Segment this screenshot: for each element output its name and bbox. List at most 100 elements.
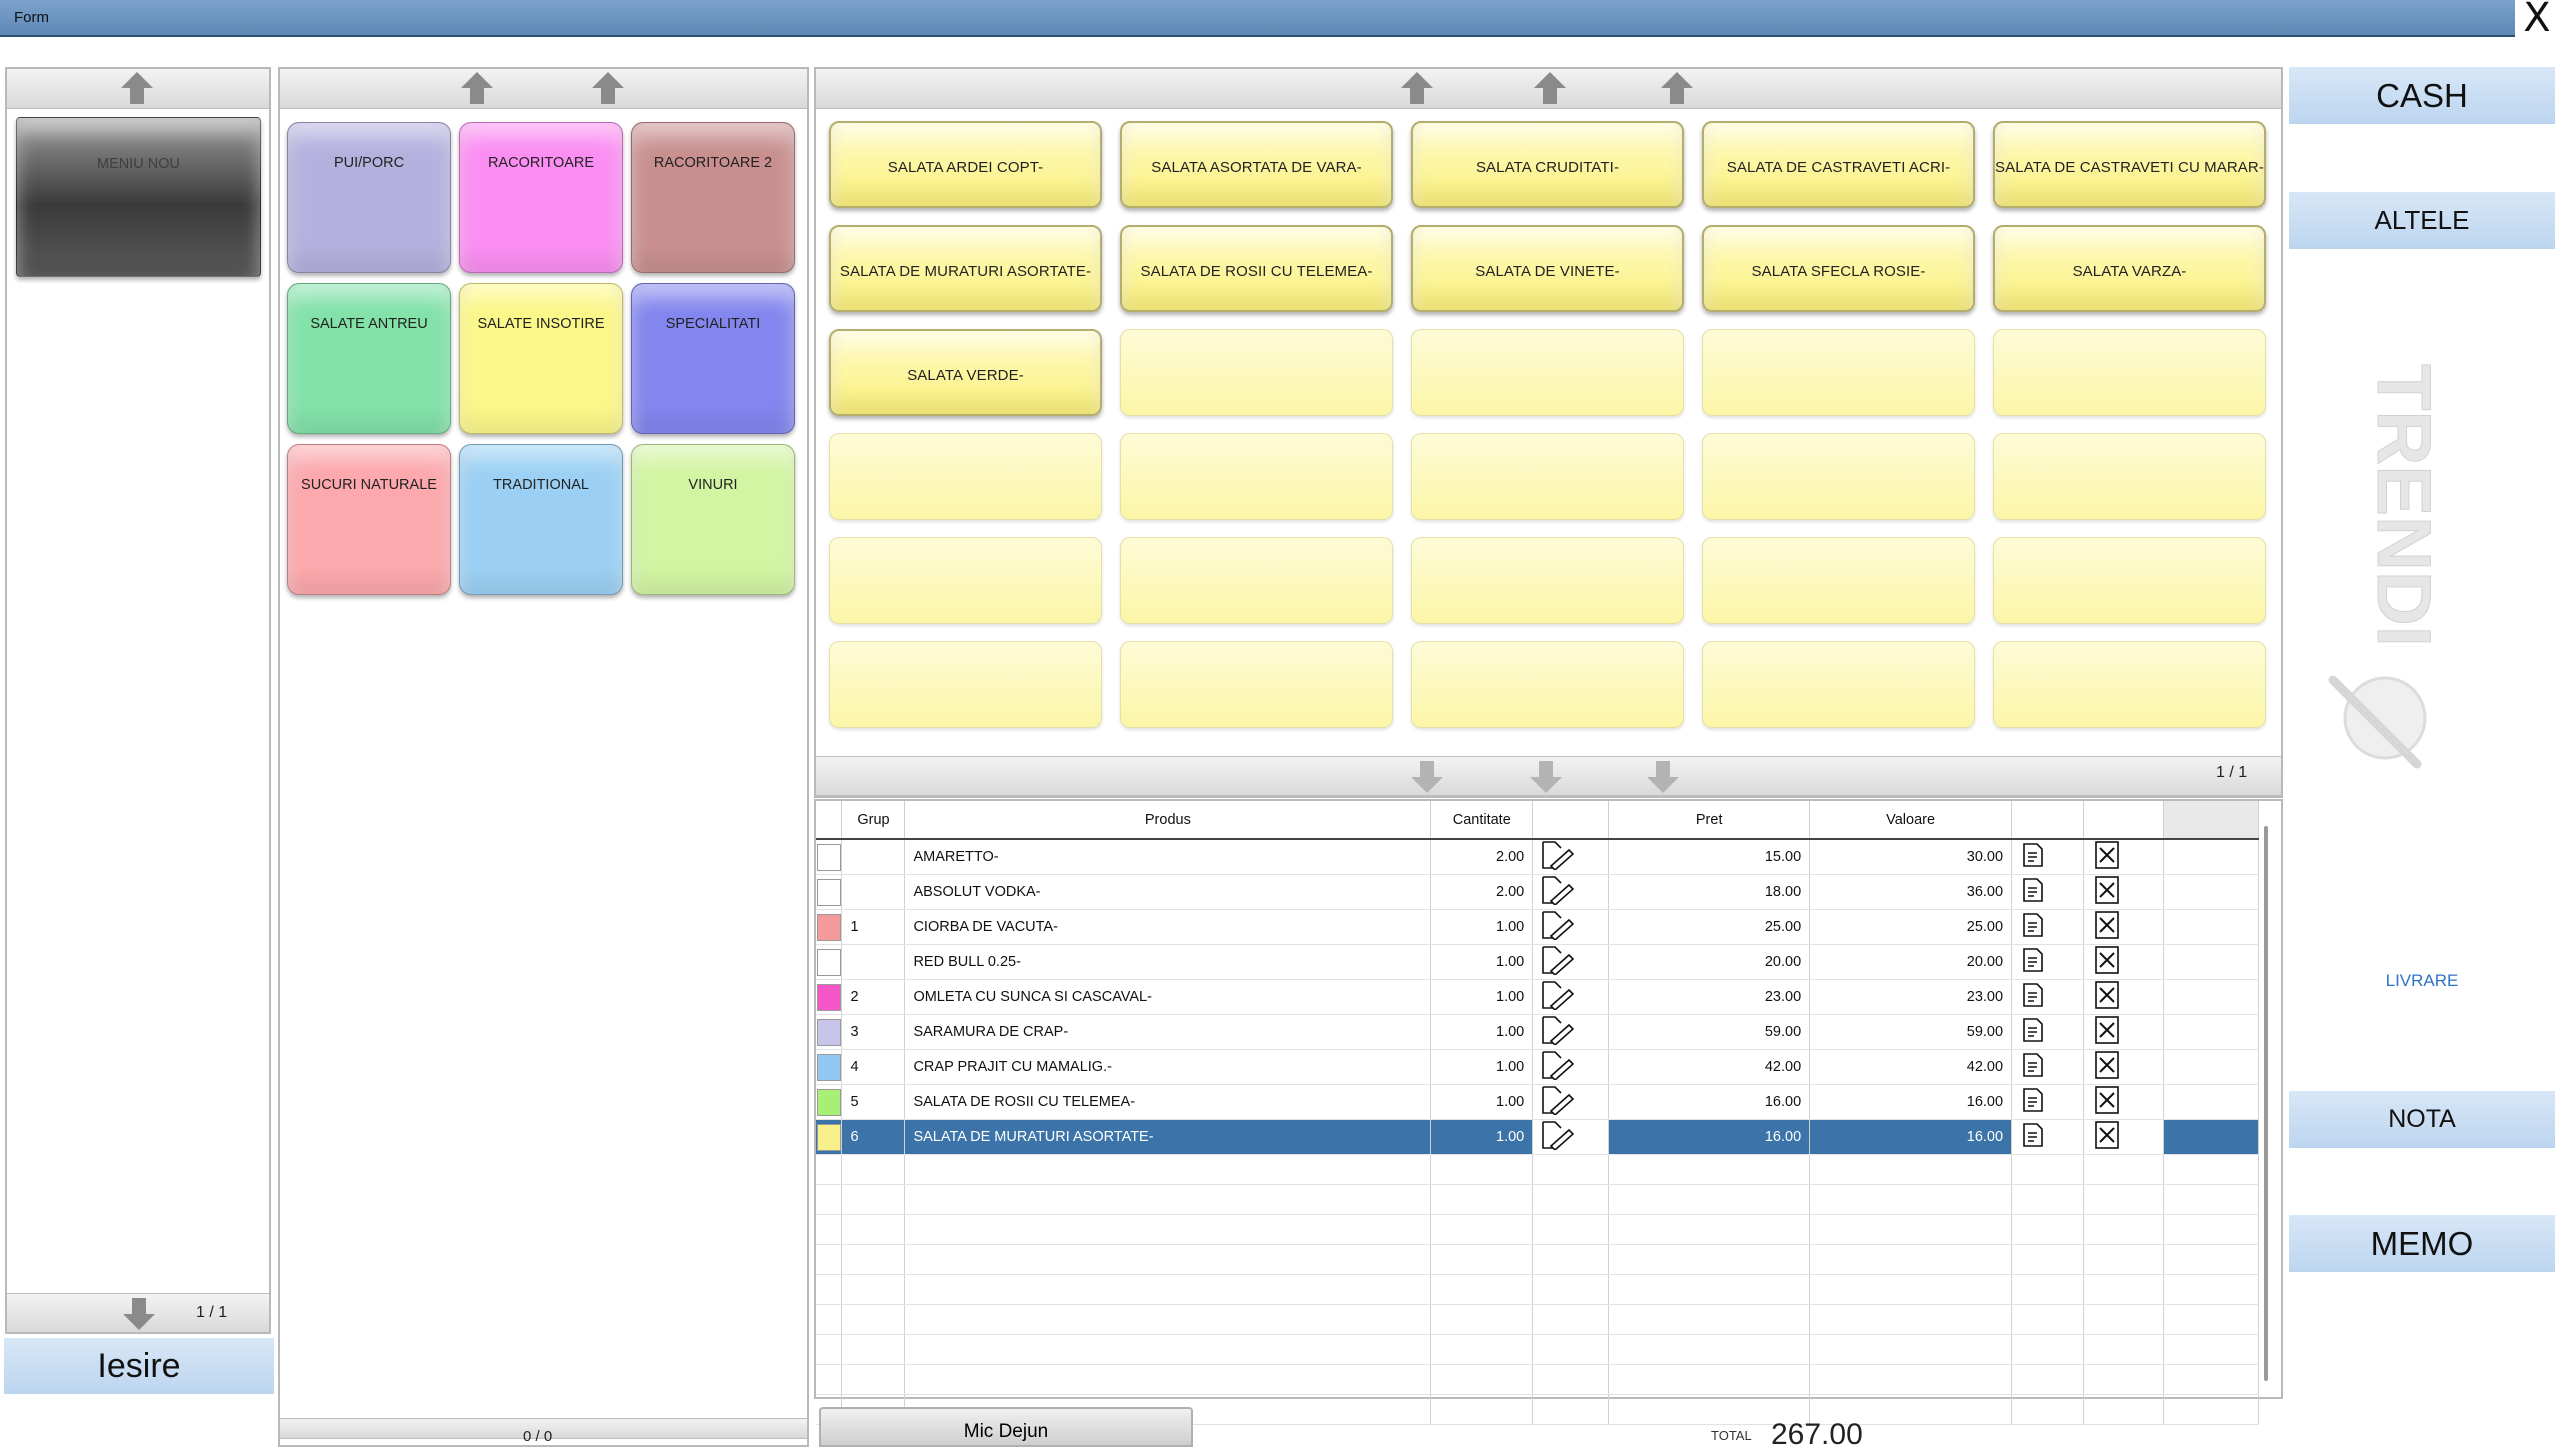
product-tile[interactable]: SALATA VERDE- [829, 329, 1102, 416]
meal-type-button[interactable]: Mic Dejun [819, 1407, 1193, 1447]
edit-quantity-icon[interactable] [1532, 1049, 1610, 1085]
empty-product-slot [829, 433, 1102, 520]
product-tile[interactable]: SALATA ARDEI COPT- [829, 121, 1102, 208]
delete-x-icon[interactable] [2083, 1119, 2164, 1155]
arrow-up-icon[interactable] [588, 68, 628, 108]
order-row[interactable]: 6 SALATA DE MURATURI ASORTATE- 1.00 16.00 16… [816, 1119, 2260, 1155]
arrow-up-icon[interactable] [117, 68, 157, 108]
edit-quantity-icon[interactable] [1532, 839, 1610, 875]
order-row[interactable]: 3 SARAMURA DE CRAP- 1.00 59.00 59.00 [816, 1014, 2260, 1050]
row-pret: 42.00 [1608, 1049, 1811, 1085]
group-tile[interactable]: RACORITOARE 2 [631, 122, 795, 273]
empty-product-slot [1702, 329, 1975, 416]
group-tile[interactable]: RACORITOARE [459, 122, 623, 273]
edit-quantity-icon[interactable] [1532, 1014, 1610, 1050]
group-tile[interactable]: TRADITIONAL [459, 444, 623, 595]
product-tile[interactable]: SALATA DE VINETE- [1411, 225, 1684, 312]
header-produs[interactable]: Produs [904, 801, 1432, 840]
edit-note-icon[interactable] [2011, 1049, 2085, 1085]
row-color-swatch [816, 1049, 843, 1085]
edit-quantity-icon[interactable] [1532, 944, 1610, 980]
group-tile[interactable]: VINURI [631, 444, 795, 595]
header-pret[interactable]: Pret [1608, 801, 1811, 840]
order-row[interactable]: 2 OMLETA CU SUNCA SI CASCAVAL- 1.00 23.00 23… [816, 979, 2260, 1015]
empty-cell [841, 1304, 906, 1335]
row-produs: ABSOLUT VODKA- [904, 874, 1432, 910]
row-color-swatch [816, 909, 843, 945]
arrow-up-icon[interactable] [1657, 68, 1697, 108]
empty-cell [816, 1304, 843, 1335]
header-grup[interactable]: Grup [841, 801, 906, 840]
arrow-up-icon[interactable] [1397, 68, 1437, 108]
exit-button[interactable]: Iesire [4, 1338, 274, 1394]
group-tile[interactable]: SUCURI NATURALE [287, 444, 451, 595]
header-valoare[interactable]: Valoare [1809, 801, 2013, 840]
group-tile[interactable]: SALATE ANTREU [287, 283, 451, 434]
livrare-link[interactable]: LIVRARE [2289, 971, 2555, 991]
edit-quantity-icon[interactable] [1532, 909, 1610, 945]
edit-note-icon[interactable] [2011, 874, 2085, 910]
order-row[interactable]: 1 CIORBA DE VACUTA- 1.00 25.00 25.00 [816, 909, 2260, 945]
empty-cell [1809, 1154, 2013, 1185]
arrow-down-icon[interactable] [1643, 757, 1683, 797]
memo-button[interactable]: MEMO [2289, 1215, 2555, 1272]
cash-button[interactable]: CASH [2289, 67, 2555, 124]
edit-note-icon[interactable] [2011, 1084, 2085, 1120]
edit-quantity-icon[interactable] [1532, 874, 1610, 910]
arrow-up-icon[interactable] [457, 68, 497, 108]
delete-x-icon[interactable] [2083, 839, 2164, 875]
menu-tile[interactable]: MENIU NOU [16, 117, 261, 277]
delete-x-icon[interactable] [2083, 1049, 2164, 1085]
group-tile[interactable]: SALATE INSOTIRE [459, 283, 623, 434]
row-pret: 15.00 [1608, 839, 1811, 875]
product-tile[interactable]: SALATA ASORTATA DE VARA- [1120, 121, 1393, 208]
delete-x-icon[interactable] [2083, 874, 2164, 910]
row-color-swatch [816, 1119, 843, 1155]
edit-quantity-icon[interactable] [1532, 979, 1610, 1015]
group-tile[interactable]: SPECIALITATI [631, 283, 795, 434]
row-valoare: 42.00 [1809, 1049, 2013, 1085]
order-row[interactable]: RED BULL 0.25- 1.00 20.00 20.00 [816, 944, 2260, 980]
order-row[interactable]: 5 SALATA DE ROSII CU TELEMEA- 1.00 16.00 16.… [816, 1084, 2260, 1120]
order-scrollbar[interactable] [2264, 826, 2268, 1381]
edit-note-icon[interactable] [2011, 1119, 2085, 1155]
product-tile[interactable]: SALATA CRUDITATI- [1411, 121, 1684, 208]
empty-product-slot [1702, 641, 1975, 728]
arrow-down-icon[interactable] [119, 1294, 159, 1334]
product-tile[interactable]: SALATA DE CASTRAVETI ACRI- [1702, 121, 1975, 208]
delete-x-icon[interactable] [2083, 1084, 2164, 1120]
header-cantitate[interactable]: Cantitate [1430, 801, 1534, 840]
product-tile[interactable]: SALATA DE MURATURI ASORTATE- [829, 225, 1102, 312]
edit-quantity-icon[interactable] [1532, 1084, 1610, 1120]
edit-quantity-icon[interactable] [1532, 1119, 1610, 1155]
order-row[interactable]: AMARETTO- 2.00 15.00 30.00 [816, 839, 2260, 875]
altele-button[interactable]: ALTELE [2289, 192, 2555, 249]
delete-x-icon[interactable] [2083, 909, 2164, 945]
edit-note-icon[interactable] [2011, 839, 2085, 875]
product-tile-label: SALATA CRUDITATI- [1475, 159, 1620, 176]
delete-x-icon[interactable] [2083, 979, 2164, 1015]
close-button[interactable]: X [2515, 0, 2559, 38]
edit-note-icon[interactable] [2011, 909, 2085, 945]
empty-product-slot [1993, 641, 2266, 728]
delete-x-icon[interactable] [2083, 1014, 2164, 1050]
delete-x-icon[interactable] [2083, 944, 2164, 980]
edit-note-icon[interactable] [2011, 979, 2085, 1015]
nota-button[interactable]: NOTA [2289, 1091, 2555, 1148]
edit-note-icon[interactable] [2011, 944, 2085, 980]
product-tile-label: SALATA DE CASTRAVETI CU MARAR- [1995, 159, 2264, 176]
product-tile[interactable]: SALATA SFECLA ROSIE- [1702, 225, 1975, 312]
arrow-down-icon[interactable] [1407, 757, 1447, 797]
arrow-up-icon[interactable] [1530, 68, 1570, 108]
edit-note-icon[interactable] [2011, 1014, 2085, 1050]
order-row[interactable]: ABSOLUT VODKA- 2.00 18.00 36.00 [816, 874, 2260, 910]
empty-product-slot [1993, 537, 2266, 624]
product-tile[interactable]: SALATA VARZA- [1993, 225, 2266, 312]
product-tile[interactable]: SALATA DE CASTRAVETI CU MARAR- [1993, 121, 2266, 208]
arrow-down-icon[interactable] [1526, 757, 1566, 797]
group-tile[interactable]: PUI/PORC [287, 122, 451, 273]
empty-product-slot [1993, 433, 2266, 520]
order-row[interactable]: 4 CRAP PRAJIT CU MAMALIG.- 1.00 42.00 42.00 [816, 1049, 2260, 1085]
product-tile[interactable]: SALATA DE ROSII CU TELEMEA- [1120, 225, 1393, 312]
total-label: TOTAL [1711, 1428, 1752, 1443]
